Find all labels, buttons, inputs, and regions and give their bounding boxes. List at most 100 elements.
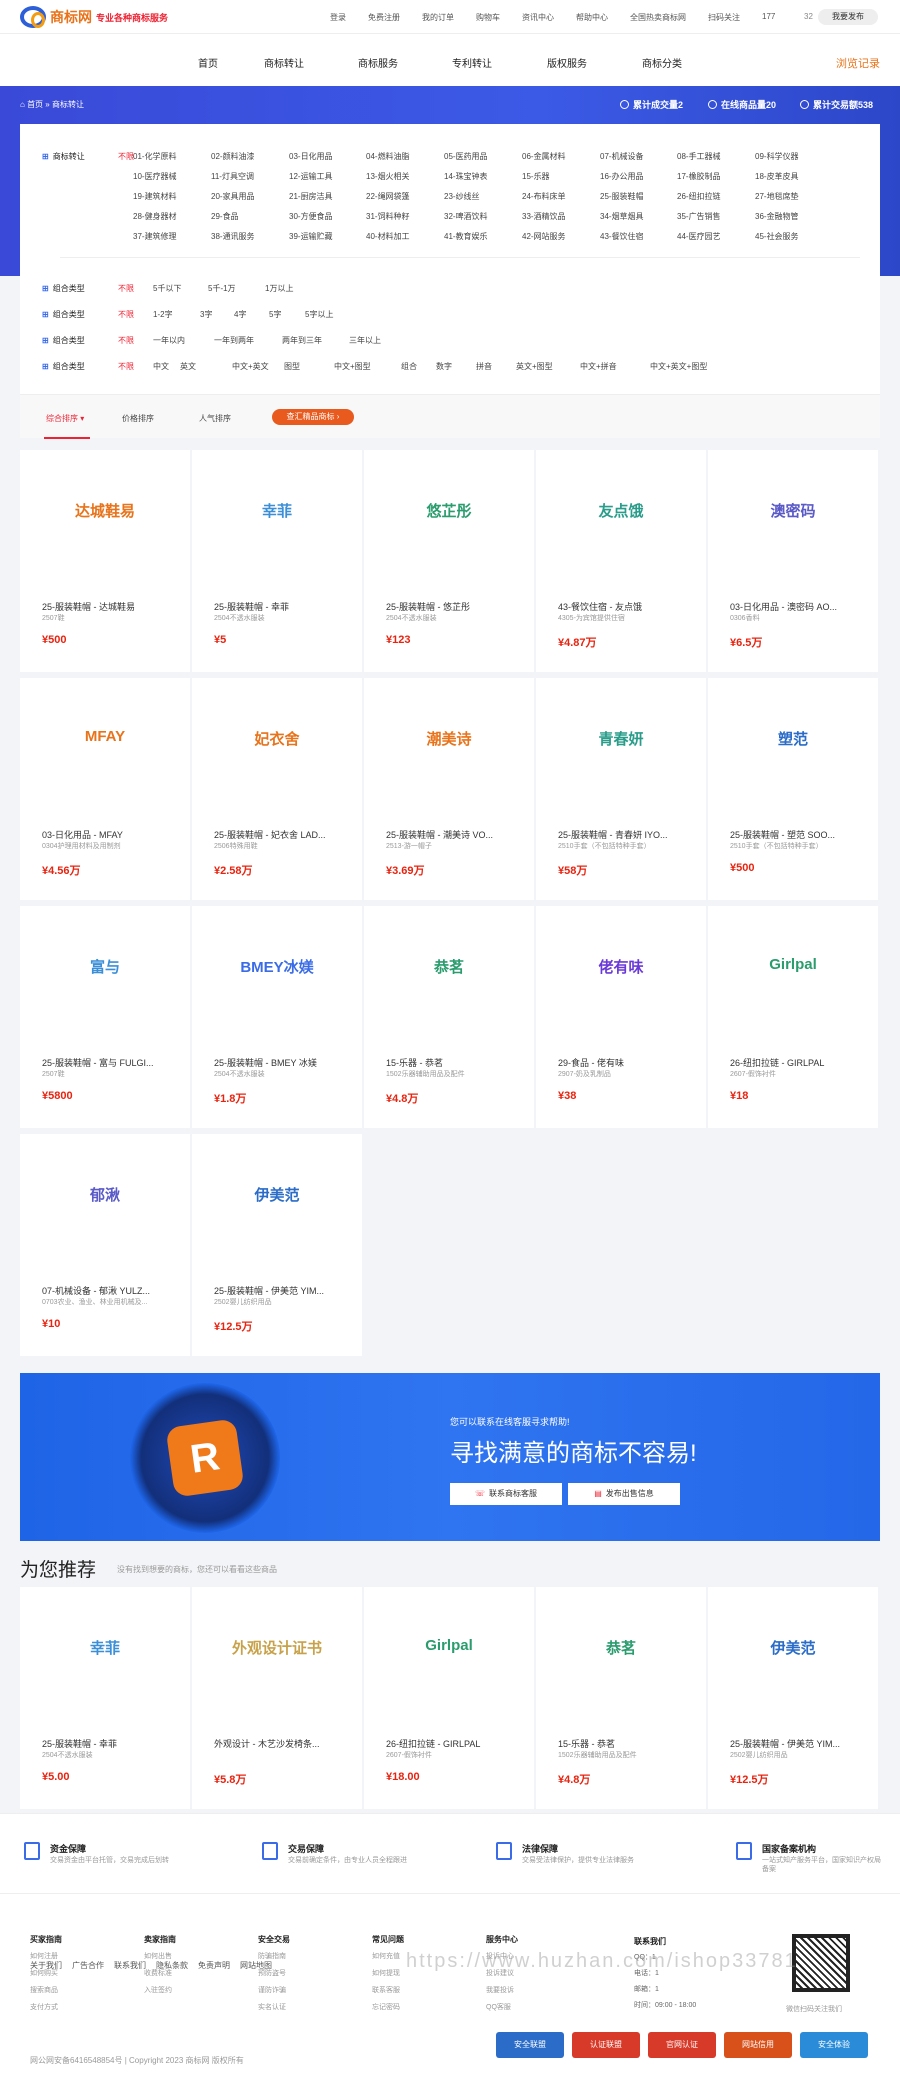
trademark-title[interactable]: 03-日化用品 - 澳密码 AO... — [730, 600, 870, 613]
category-option[interactable]: 28-健身器材 — [133, 211, 177, 222]
category-option[interactable]: 01-化学原料 — [133, 151, 177, 162]
footer-link[interactable]: 忘记密码 — [372, 2002, 404, 2012]
category-option[interactable]: 06-金属材料 — [522, 151, 566, 162]
category-option[interactable]: 15-乐器 — [522, 171, 550, 182]
top-link-news[interactable]: 资讯中心 — [522, 12, 554, 23]
trademark-card[interactable]: 妃衣舍 25-服装鞋帽 - 妃衣舍 LAD... 2506特殊用鞋 ¥2.58万 — [192, 678, 362, 900]
trademark-card[interactable]: 潮美诗 25-服装鞋帽 - 潮美诗 VO... 2513-游一帽子 ¥3.69万 — [364, 678, 534, 900]
trademark-title[interactable]: 25-服装鞋帽 - 幸菲 — [42, 1737, 182, 1750]
trademark-card[interactable]: 幸菲 25-服装鞋帽 - 幸菲 2504不透水服装 ¥5 — [192, 450, 362, 672]
filter-option[interactable]: 拼音 — [476, 361, 492, 372]
category-option[interactable]: 05-医药用品 — [444, 151, 488, 162]
nav-trademark-transfer[interactable]: 商标转让 — [264, 55, 304, 70]
category-option[interactable]: 33-酒精饮品 — [522, 211, 566, 222]
bottom-link[interactable]: 免责声明 — [198, 1961, 230, 1970]
filter-option[interactable]: 5千-1万 — [208, 283, 236, 294]
top-link-cart[interactable]: 购物车 — [476, 12, 500, 23]
filter-option[interactable]: 中文+英文+图型 — [650, 361, 707, 372]
filter-option[interactable]: 5字以上 — [305, 309, 333, 320]
filter-option[interactable]: 3字 — [200, 309, 212, 320]
category-option[interactable]: 39-运输贮藏 — [289, 231, 333, 242]
category-option[interactable]: 02-颜料油漆 — [211, 151, 255, 162]
trademark-title[interactable]: 25-服装鞋帽 - BMEY 冰媄 — [214, 1056, 354, 1069]
filter-option[interactable]: 一年以内 — [153, 335, 185, 346]
trademark-title[interactable]: 26-纽扣拉链 - GIRLPAL — [730, 1056, 870, 1069]
footer-link[interactable]: 支付方式 — [30, 2002, 62, 2012]
filter-option[interactable]: 1万以上 — [265, 283, 293, 294]
filter-nolimit[interactable]: 不限 — [118, 335, 134, 346]
category-option[interactable]: 38-通讯服务 — [211, 231, 255, 242]
category-option[interactable]: 43-餐饮住宿 — [600, 231, 644, 242]
contact-service-button[interactable]: ☏ 联系商标客服 — [450, 1483, 562, 1505]
trust-badge[interactable]: 官网认证 — [648, 2032, 716, 2058]
trademark-card[interactable]: 富与 25-服装鞋帽 - 富与 FULGI... 2507鞋 ¥5800 — [20, 906, 190, 1128]
publish-sale-button[interactable]: ▤ 发布出售信息 — [568, 1483, 680, 1505]
trademark-card[interactable]: 伊美范 25-服装鞋帽 - 伊美范 YIM... 2502婴儿纺织用品 ¥12.5万 — [708, 1587, 878, 1809]
filter-option[interactable]: 一年到两年 — [214, 335, 254, 346]
trust-badge[interactable]: 安全体验 — [800, 2032, 868, 2058]
trademark-title[interactable]: 外观设计 - 木艺沙发椅条... — [214, 1737, 354, 1750]
footer-link[interactable]: 我要投诉 — [486, 1985, 518, 1995]
trademark-card[interactable]: 伊美范 25-服装鞋帽 - 伊美范 YIM... 2502婴儿纺织用品 ¥12.5万 — [192, 1134, 362, 1356]
category-option[interactable]: 31-饲料种籽 — [366, 211, 410, 222]
trademark-title[interactable]: 25-服装鞋帽 - 妃衣舍 LAD... — [214, 828, 354, 841]
trademark-card[interactable]: 恭茗 15-乐器 - 恭茗 1502乐器辅助用品及配件 ¥4.8万 — [536, 1587, 706, 1809]
footer-link[interactable]: 谨防诈骗 — [258, 1985, 290, 1995]
footer-link[interactable]: 入驻签约 — [144, 1985, 176, 1995]
trademark-title[interactable]: 25-服装鞋帽 - 悠芷彤 — [386, 600, 526, 613]
trademark-card[interactable]: MFAY 03-日化用品 - MFAY 0304护理用材料及用制剂 ¥4.56万 — [20, 678, 190, 900]
footer-link[interactable]: 实名认证 — [258, 2002, 290, 2012]
trademark-card[interactable]: 达城鞋易 25-服装鞋帽 - 达城鞋易 2507鞋 ¥500 — [20, 450, 190, 672]
trademark-title[interactable]: 25-服装鞋帽 - 幸菲 — [214, 600, 354, 613]
bottom-link[interactable]: 广告合作 — [72, 1961, 104, 1970]
trademark-title[interactable]: 25-服装鞋帽 - 潮美诗 VO... — [386, 828, 526, 841]
category-option[interactable]: 35-广告销售 — [677, 211, 721, 222]
filter-option[interactable]: 组合 — [401, 361, 417, 372]
category-option[interactable]: 27-地毯席垫 — [755, 191, 799, 202]
trust-badge[interactable]: 网站信用 — [724, 2032, 792, 2058]
filter-nolimit[interactable]: 不限 — [118, 309, 134, 320]
trademark-card[interactable]: Girlpal 26-纽扣拉链 - GIRLPAL 2607-假饰衬件 ¥18.00 — [364, 1587, 534, 1809]
trademark-card[interactable]: Girlpal 26-纽扣拉链 - GIRLPAL 2607-假饰衬件 ¥18 — [708, 906, 878, 1128]
trademark-card[interactable]: 友点饿 43-餐饮住宿 - 友点饿 4305-为宾馆提供住宿 ¥4.87万 — [536, 450, 706, 672]
filter-option[interactable]: 两年到三年 — [282, 335, 322, 346]
category-option[interactable]: 32-啤酒饮料 — [444, 211, 488, 222]
category-option[interactable]: 21-厨房洁具 — [289, 191, 333, 202]
trademark-card[interactable]: 幸菲 25-服装鞋帽 - 幸菲 2504不透水服装 ¥5.00 — [20, 1587, 190, 1809]
category-option[interactable]: 03-日化用品 — [289, 151, 333, 162]
category-option[interactable]: 42-网站服务 — [522, 231, 566, 242]
filter-option[interactable]: 图型 — [284, 361, 300, 372]
filter-option[interactable]: 4字 — [234, 309, 246, 320]
filter-option[interactable]: 中文+英文 — [232, 361, 269, 372]
nav-copyright-service[interactable]: 版权服务 — [547, 55, 587, 70]
sort-default[interactable]: 综合排序 ▾ — [46, 413, 84, 424]
trademark-card[interactable]: 佬有味 29-食品 - 佬有味 2907-奶及乳制品 ¥38 — [536, 906, 706, 1128]
category-option[interactable]: 37-建筑修理 — [133, 231, 177, 242]
trademark-card[interactable]: 塑范 25-服装鞋帽 - 塑范 SOO... 2510手套（不包括特种手套） ¥500 — [708, 678, 878, 900]
trademark-title[interactable]: 25-服装鞋帽 - 达城鞋易 — [42, 600, 182, 613]
trademark-title[interactable]: 07-机械设备 - 郁湫 YULZ... — [42, 1284, 182, 1297]
category-option[interactable]: 30-方便食品 — [289, 211, 333, 222]
footer-link[interactable]: 搜索商品 — [30, 1985, 62, 1995]
footer-link[interactable]: 如何充值 — [372, 1951, 404, 1961]
top-link-phone[interactable]: 177 — [762, 12, 775, 23]
trademark-title[interactable]: 29-食品 - 佬有味 — [558, 1056, 698, 1069]
footer-link[interactable]: 如何提现 — [372, 1968, 404, 1978]
top-link-login[interactable]: 登录 — [330, 12, 346, 23]
filter-nolimit[interactable]: 不限 — [118, 361, 134, 372]
filter-option[interactable]: 英文+图型 — [516, 361, 553, 372]
site-logo[interactable]: 商标网 专业各种商标服务 — [20, 6, 168, 28]
trademark-title[interactable]: 25-服装鞋帽 - 伊美范 YIM... — [730, 1737, 870, 1750]
trademark-title[interactable]: 43-餐饮住宿 - 友点饿 — [558, 600, 698, 613]
top-link-help[interactable]: 帮助中心 — [576, 12, 608, 23]
category-option[interactable]: 18-皮革皮具 — [755, 171, 799, 182]
trademark-title[interactable]: 25-服装鞋帽 - 青春妍 IYO... — [558, 828, 698, 841]
breadcrumb-text[interactable]: 首页 » 商标转让 — [27, 100, 84, 109]
trademark-title[interactable]: 25-服装鞋帽 - 塑范 SOO... — [730, 828, 870, 841]
trademark-card[interactable]: 澳密码 03-日化用品 - 澳密码 AO... 0306香料 ¥6.5万 — [708, 450, 878, 672]
filter-nolimit[interactable]: 不限 — [118, 283, 134, 294]
category-option[interactable]: 34-烟草烟具 — [600, 211, 644, 222]
filter-option[interactable]: 5字 — [269, 309, 281, 320]
category-option[interactable]: 08-手工器械 — [677, 151, 721, 162]
filter-option[interactable]: 5千以下 — [153, 283, 181, 294]
